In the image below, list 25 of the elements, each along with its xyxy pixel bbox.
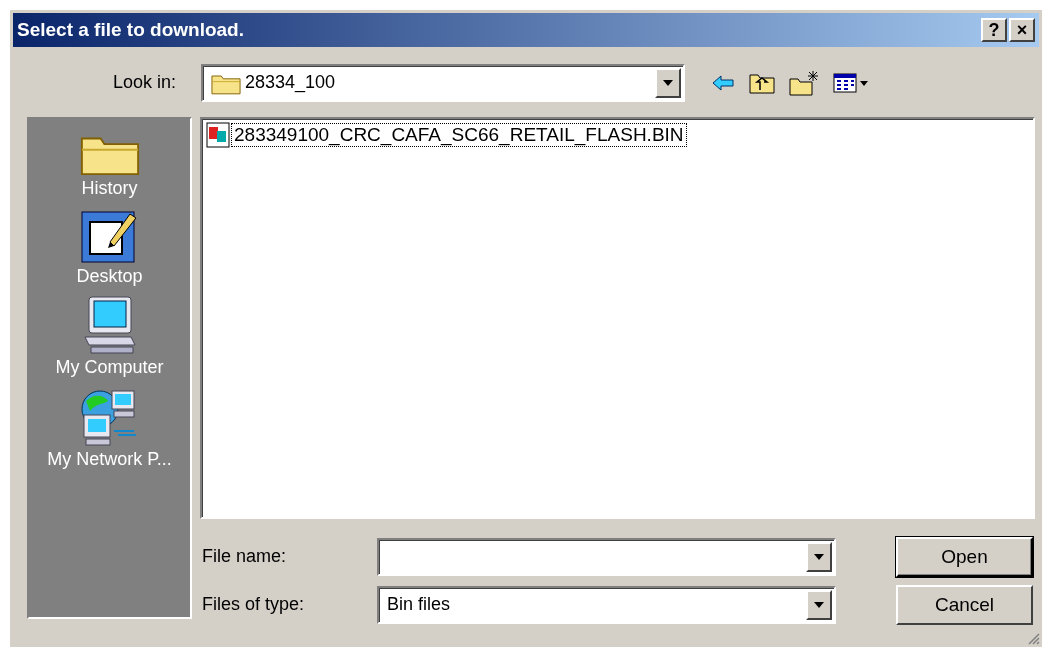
window-title: Select a file to download.: [17, 18, 244, 42]
look-in-dropdown[interactable]: 28334_100: [201, 64, 685, 102]
dialog-button[interactable]: Open: [896, 537, 1033, 577]
caret-icon: [813, 601, 825, 609]
file-name-label: File name:: [202, 546, 288, 568]
file-type-dropdown[interactable]: Bin files: [377, 586, 836, 624]
caret-icon: [662, 79, 674, 87]
file-item[interactable]: 283349100_CRC_CAFA_SC66_RETAIL_FLASH.BIN: [232, 123, 686, 147]
close-button[interactable]: ×: [1009, 18, 1035, 42]
places-item[interactable]: My Network P...: [47, 386, 172, 471]
resize-grip-icon[interactable]: [1026, 631, 1040, 645]
back-arrow-icon[interactable]: [711, 74, 735, 92]
places-item[interactable]: My Computer: [55, 295, 164, 379]
places-item[interactable]: Desktop: [76, 207, 143, 288]
view-menu-icon[interactable]: [833, 73, 869, 93]
places-item[interactable]: History: [79, 131, 140, 200]
caret-icon: [813, 553, 825, 561]
dialog-button[interactable]: Cancel: [896, 585, 1033, 625]
file-type-label: Files of type:: [202, 594, 306, 616]
look-in-label: Look in:: [113, 72, 178, 94]
file-icon: [206, 122, 230, 148]
up-folder-icon[interactable]: [749, 72, 775, 94]
new-folder-icon[interactable]: [789, 70, 819, 96]
help-button[interactable]: ?: [981, 18, 1007, 42]
file-name-field[interactable]: [377, 538, 836, 576]
